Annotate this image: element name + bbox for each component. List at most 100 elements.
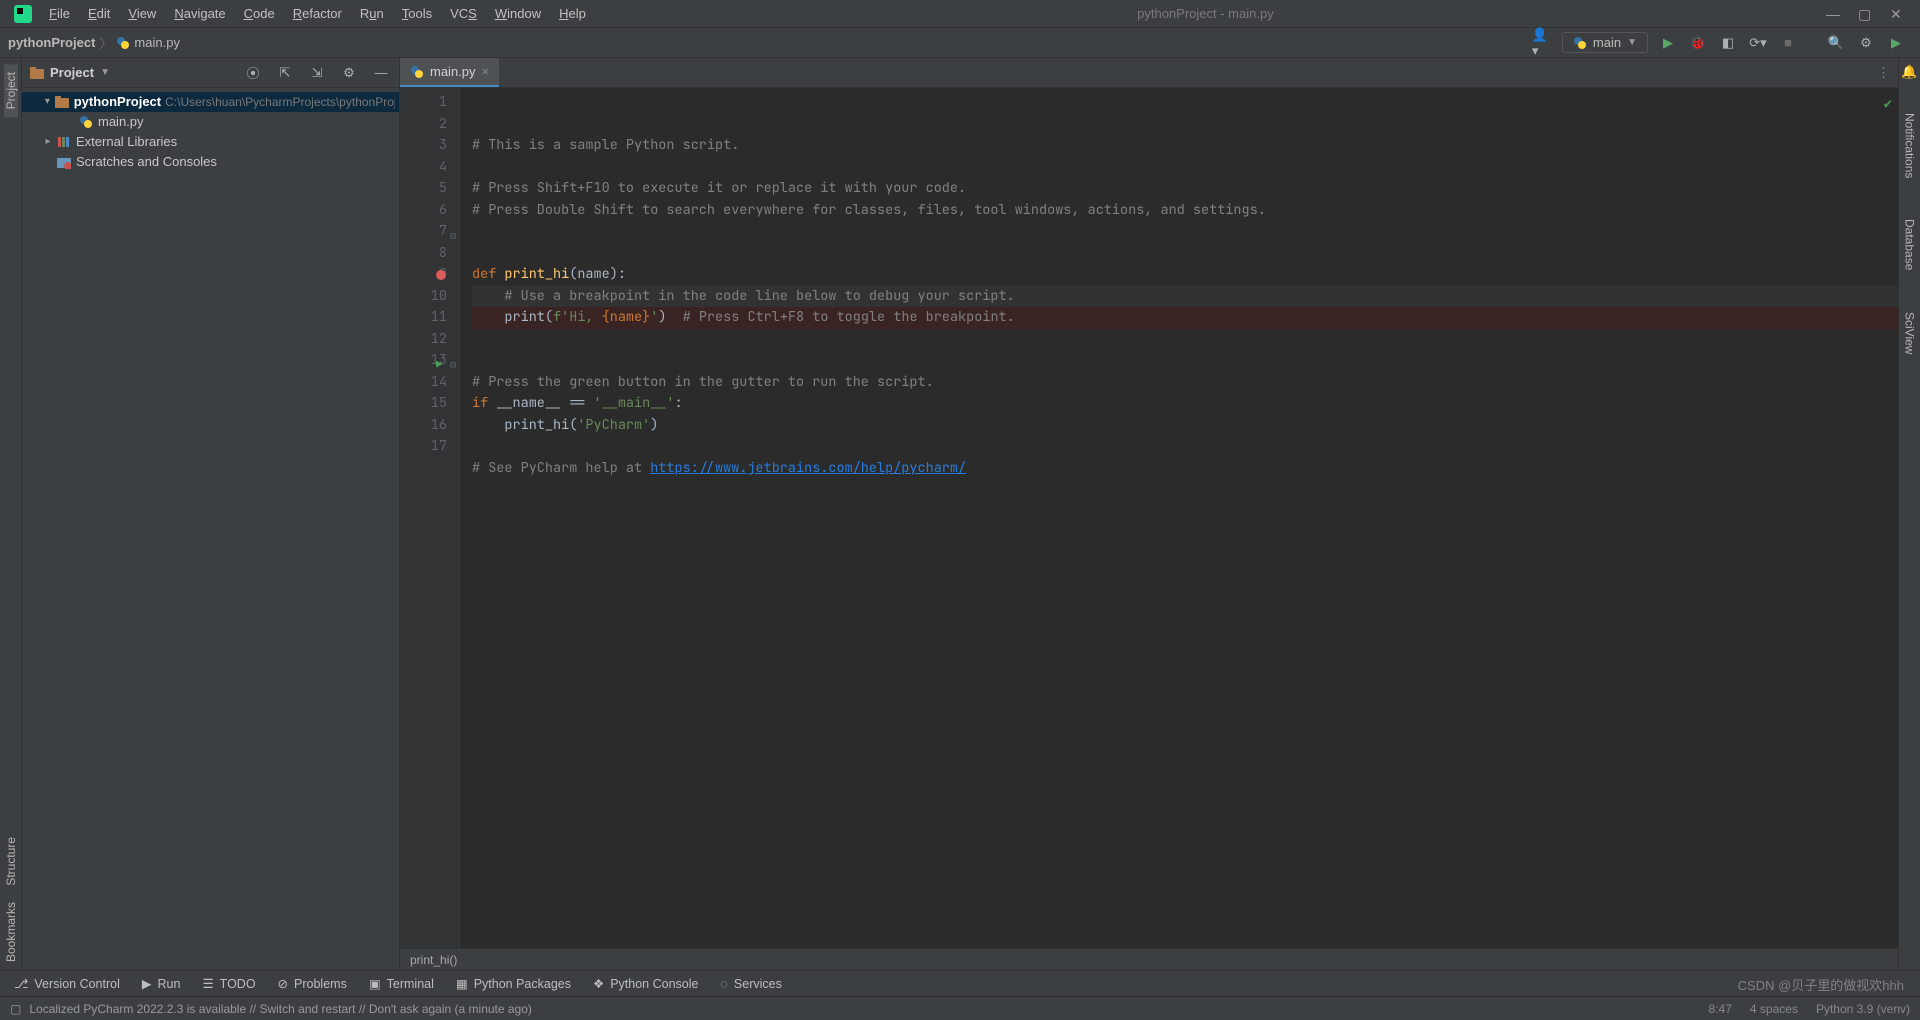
scratches-icon bbox=[56, 154, 72, 170]
right-tool-strip: 🔔 Notifications Database SciView bbox=[1898, 58, 1920, 970]
ext-lib-label: External Libraries bbox=[76, 132, 177, 152]
python-file-icon bbox=[78, 114, 94, 130]
chevron-down-icon[interactable]: ▾ bbox=[40, 92, 55, 112]
tw-version-control[interactable]: ⎇Version Control bbox=[14, 976, 120, 991]
services-icon: ◌ bbox=[720, 977, 727, 991]
chevron-right-icon: 〉 bbox=[99, 33, 112, 52]
python-icon bbox=[1573, 36, 1587, 50]
menu-tools[interactable]: Tools bbox=[393, 0, 441, 28]
menu-help[interactable]: Help bbox=[550, 0, 595, 28]
menu-edit[interactable]: Edit bbox=[79, 0, 119, 28]
project-tool-icon bbox=[30, 66, 44, 80]
tw-services[interactable]: ◌Services bbox=[720, 977, 781, 991]
menu-run[interactable]: Run bbox=[351, 0, 393, 28]
menu-view[interactable]: View bbox=[119, 0, 165, 28]
project-panel-title: Project bbox=[50, 65, 94, 80]
chevron-down-icon: ▼ bbox=[1627, 37, 1637, 48]
user-icon[interactable]: 👤▾ bbox=[1532, 33, 1552, 53]
python-file-icon bbox=[410, 65, 424, 79]
navbar: pythonProject 〉 main.py 👤▾ main ▼ ▶ 🐞 ◧ … bbox=[0, 28, 1920, 58]
chevron-down-icon[interactable]: ▼ bbox=[100, 67, 110, 78]
profile-button[interactable]: ⟳▾ bbox=[1748, 33, 1768, 53]
inspection-ok-icon[interactable]: ✔ bbox=[1884, 94, 1892, 116]
file-tab-label: main.py bbox=[430, 64, 476, 79]
menu-refactor[interactable]: Refactor bbox=[284, 0, 351, 28]
left-tab-structure[interactable]: Structure bbox=[4, 829, 18, 894]
bottom-tool-bar: ⎇Version Control ▶Run ☰TODO ⊘Problems ▣T… bbox=[0, 970, 1920, 996]
run-config-name: main bbox=[1593, 35, 1621, 50]
status-caret-pos[interactable]: 8:47 bbox=[1709, 1002, 1732, 1016]
folder-icon bbox=[55, 94, 70, 110]
menu-code[interactable]: Code bbox=[235, 0, 284, 28]
editor-tabs: main.py × ⋮ bbox=[400, 58, 1898, 88]
editor-area: main.py × ⋮ 1234567⊟8910111213▶⊟14151617… bbox=[400, 58, 1898, 970]
right-tab-sciview[interactable]: SciView bbox=[1903, 304, 1917, 362]
run-anything-icon[interactable]: ▶ bbox=[1886, 33, 1906, 53]
tabs-menu-icon[interactable]: ⋮ bbox=[1869, 65, 1898, 81]
maximize-button[interactable]: ▢ bbox=[1858, 7, 1872, 21]
left-tool-strip: Project Structure Bookmarks bbox=[0, 58, 22, 970]
tw-pyconsole[interactable]: ❖Python Console bbox=[593, 976, 698, 991]
tree-file-name: main.py bbox=[98, 112, 144, 132]
app-icon bbox=[14, 5, 32, 23]
left-tab-bookmarks[interactable]: Bookmarks bbox=[4, 894, 18, 970]
coverage-button[interactable]: ◧ bbox=[1718, 33, 1738, 53]
minimize-button[interactable]: — bbox=[1826, 7, 1840, 21]
collapse-all-icon[interactable]: ⇲ bbox=[307, 63, 327, 83]
search-icon[interactable]: 🔍 bbox=[1826, 33, 1846, 53]
status-message[interactable]: Localized PyCharm 2022.2.3 is available … bbox=[29, 1002, 532, 1016]
bell-icon[interactable]: 🔔 bbox=[1901, 64, 1917, 80]
tree-root-name: pythonProject bbox=[74, 92, 161, 112]
project-tree: ▾ pythonProject C:\Users\huan\PycharmPro… bbox=[22, 88, 399, 176]
locate-icon[interactable]: ⦿ bbox=[243, 63, 263, 83]
python-icon: ❖ bbox=[593, 976, 604, 991]
expand-all-icon[interactable]: ⇱ bbox=[275, 63, 295, 83]
status-indent[interactable]: 4 spaces bbox=[1750, 1002, 1798, 1016]
tw-terminal[interactable]: ▣Terminal bbox=[369, 976, 434, 991]
chevron-right-icon[interactable]: ▸ bbox=[40, 132, 56, 152]
menu-window[interactable]: Window bbox=[486, 0, 550, 28]
left-tab-project[interactable]: Project bbox=[4, 64, 18, 117]
run-config-selector[interactable]: main ▼ bbox=[1562, 32, 1648, 53]
bc-file[interactable]: main.py bbox=[134, 35, 180, 50]
stop-button[interactable]: ■ bbox=[1778, 33, 1798, 53]
tw-problems[interactable]: ⊘Problems bbox=[278, 976, 347, 991]
right-tab-database[interactable]: Database bbox=[1903, 211, 1917, 278]
file-tab-mainpy[interactable]: main.py × bbox=[400, 58, 499, 87]
editor-code[interactable]: # This is a sample Python script. # Pres… bbox=[460, 88, 1898, 948]
debug-button[interactable]: 🐞 bbox=[1688, 33, 1708, 53]
status-bar: ▢ Localized PyCharm 2022.2.3 is availabl… bbox=[0, 996, 1920, 1020]
terminal-icon: ▣ bbox=[369, 976, 381, 991]
window-title: pythonProject - main.py bbox=[595, 6, 1816, 21]
editor-gutter[interactable]: 1234567⊟8910111213▶⊟14151617 bbox=[400, 88, 460, 948]
breadcrumb: pythonProject 〉 main.py bbox=[8, 33, 180, 52]
tree-root-path: C:\Users\huan\PycharmProjects\pythonProj… bbox=[165, 92, 395, 112]
menu-file[interactable]: FFileile bbox=[40, 0, 79, 28]
scratches-label: Scratches and Consoles bbox=[76, 152, 217, 172]
settings-icon[interactable]: ⚙ bbox=[1856, 33, 1876, 53]
bc-project[interactable]: pythonProject bbox=[8, 35, 95, 50]
menu-navigate[interactable]: Navigate bbox=[165, 0, 234, 28]
tw-todo[interactable]: ☰TODO bbox=[202, 976, 255, 991]
tw-run[interactable]: ▶Run bbox=[142, 976, 181, 991]
todo-icon: ☰ bbox=[202, 976, 213, 991]
project-panel: Project ▼ ⦿ ⇱ ⇲ ⚙ — ▾ pythonProject C:\U… bbox=[22, 58, 400, 970]
tree-ext-libraries[interactable]: ▸ External Libraries bbox=[22, 132, 399, 152]
editor-breadcrumb[interactable]: print_hi() bbox=[400, 948, 1898, 970]
run-button[interactable]: ▶ bbox=[1658, 33, 1678, 53]
branch-icon: ⎇ bbox=[14, 976, 28, 991]
tree-scratches[interactable]: Scratches and Consoles bbox=[22, 152, 399, 172]
tree-root[interactable]: ▾ pythonProject C:\Users\huan\PycharmPro… bbox=[22, 92, 399, 112]
panel-settings-icon[interactable]: ⚙ bbox=[339, 63, 359, 83]
menu-vcs[interactable]: VCS bbox=[441, 0, 486, 28]
close-button[interactable]: ✕ bbox=[1890, 7, 1904, 21]
right-tab-notifications[interactable]: Notifications bbox=[1903, 105, 1917, 186]
status-interpreter[interactable]: Python 3.9 (venv) bbox=[1816, 1002, 1910, 1016]
code-editor[interactable]: 1234567⊟8910111213▶⊟14151617 # This is a… bbox=[400, 88, 1898, 948]
tree-file-mainpy[interactable]: main.py bbox=[22, 112, 399, 132]
hide-toolwindows-icon[interactable]: ▢ bbox=[10, 1002, 21, 1016]
hide-panel-icon[interactable]: — bbox=[371, 63, 391, 83]
tw-pypkg[interactable]: ▦Python Packages bbox=[456, 976, 571, 991]
python-file-icon bbox=[116, 36, 130, 50]
close-tab-icon[interactable]: × bbox=[482, 64, 490, 79]
